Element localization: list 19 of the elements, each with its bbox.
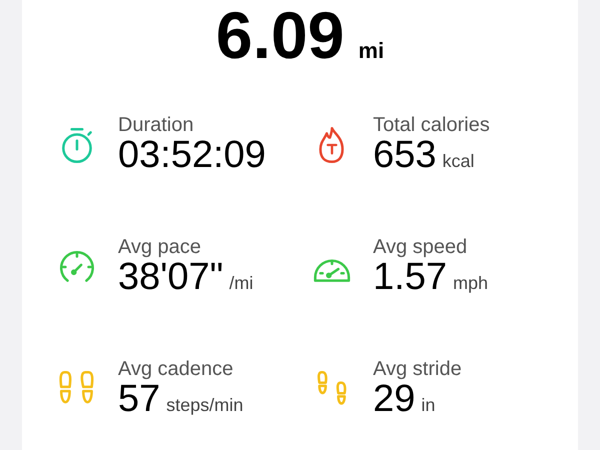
- stat-unit: in: [421, 394, 436, 416]
- stat-label: Avg cadence: [118, 358, 234, 380]
- stat-value: 1.57: [373, 258, 447, 298]
- stat-value: 29: [373, 380, 416, 420]
- stat-value: 03:52:09: [118, 136, 266, 176]
- stat-label: Duration: [118, 114, 195, 136]
- distance-value: 6.09: [216, 2, 344, 68]
- stat-unit: mph: [452, 272, 488, 294]
- stat-label: Avg pace: [118, 236, 202, 258]
- stat-label: Avg speed: [373, 236, 468, 258]
- stat-unit: /mi: [229, 272, 254, 294]
- stat-value: 653: [373, 136, 436, 176]
- stat-unit: kcal: [442, 151, 474, 172]
- stat-label: Avg stride: [373, 358, 462, 380]
- stat-unit: steps/min: [166, 394, 244, 416]
- stat-value: 38'07": [118, 258, 224, 298]
- distance-unit: mi: [358, 38, 384, 64]
- stat-value: 57: [118, 380, 160, 420]
- stat-label: Total calories: [373, 114, 490, 136]
